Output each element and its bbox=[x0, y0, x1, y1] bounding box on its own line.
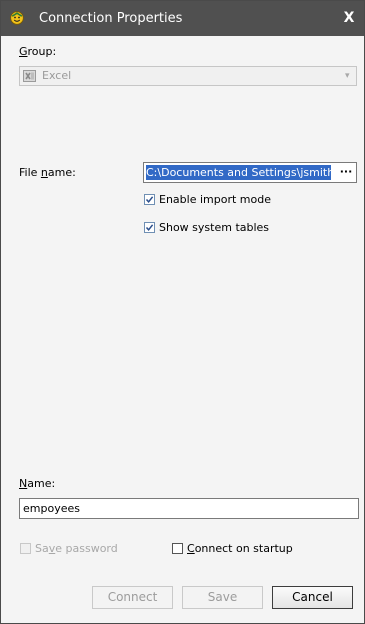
file-name-input[interactable]: C:\Documents and Settings\jsmith\ bbox=[143, 162, 357, 183]
save-password-label: Save password bbox=[35, 542, 118, 555]
connect-on-startup-checkbox[interactable] bbox=[172, 543, 183, 554]
browse-button[interactable]: ··· bbox=[337, 163, 355, 182]
excel-icon bbox=[23, 70, 36, 82]
group-label: Group: bbox=[19, 45, 57, 58]
show-system-tables-checkbox[interactable] bbox=[144, 222, 155, 233]
enable-import-mode-label[interactable]: Enable import mode bbox=[159, 193, 271, 207]
name-input[interactable]: empoyees bbox=[19, 498, 359, 519]
connect-on-startup-label[interactable]: Connect on startup bbox=[187, 542, 293, 556]
group-select-value: Excel bbox=[42, 69, 72, 82]
cancel-button[interactable]: Cancel bbox=[272, 586, 353, 609]
dialog-title: Connection Properties bbox=[39, 11, 183, 26]
file-name-value: C:\Documents and Settings\jsmith\ bbox=[146, 165, 331, 180]
connection-properties-dialog: Connection Properties X Group: Excel ▾ F… bbox=[0, 0, 365, 624]
show-system-tables-label[interactable]: Show system tables bbox=[159, 221, 269, 235]
file-name-label: File name: bbox=[19, 166, 76, 179]
enable-import-mode-checkbox[interactable] bbox=[144, 194, 155, 205]
close-button[interactable]: X bbox=[340, 9, 358, 27]
name-label: Name: bbox=[19, 477, 56, 490]
group-select: Excel ▾ bbox=[19, 66, 357, 86]
connect-button: Connect bbox=[92, 586, 173, 609]
save-password-checkbox bbox=[20, 543, 31, 554]
smiley-app-icon bbox=[10, 11, 24, 25]
save-button: Save bbox=[182, 586, 263, 609]
title-bar[interactable]: Connection Properties X bbox=[1, 1, 364, 36]
chevron-down-icon: ▾ bbox=[345, 71, 350, 81]
